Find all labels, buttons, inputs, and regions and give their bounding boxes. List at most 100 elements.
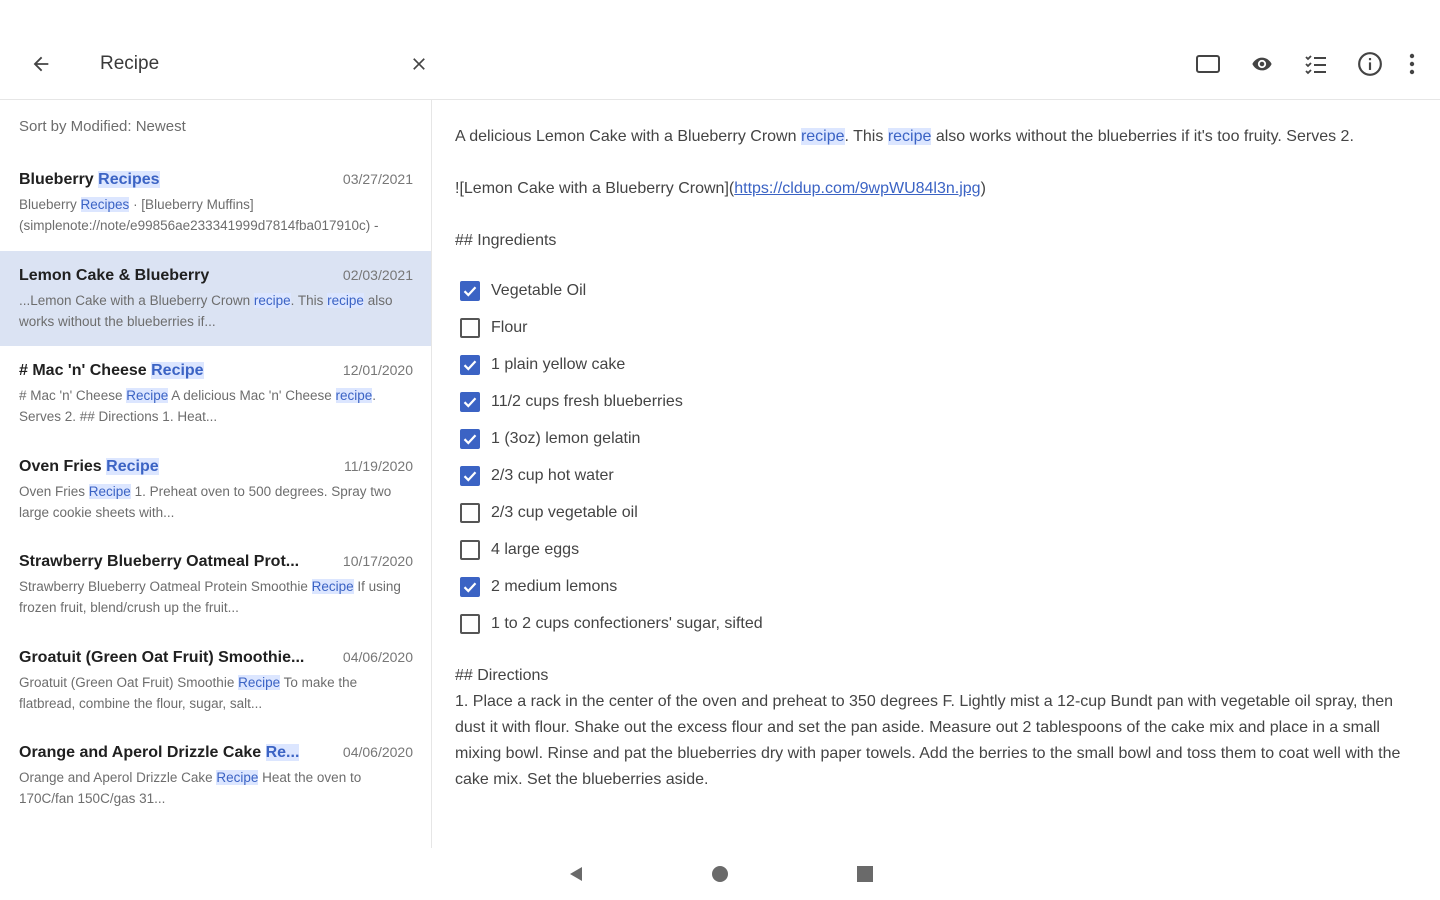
more-options-button[interactable] [1398, 44, 1426, 84]
app-bar [0, 0, 1440, 100]
search-input[interactable] [100, 50, 390, 78]
note-title-highlight: Recipe [106, 457, 159, 475]
checkbox-unchecked-icon[interactable] [460, 540, 480, 561]
nav-back-button[interactable] [562, 862, 590, 886]
note-header-row: Orange and Aperol Drizzle Cake Re... 04/0… [19, 744, 413, 762]
checkbox-unchecked-icon[interactable] [460, 503, 480, 524]
checklist-item[interactable]: 1 plain yellow cake [455, 346, 1405, 383]
checklist-item-label: Flour [491, 318, 528, 336]
checklist-item[interactable]: Vegetable Oil [455, 272, 1405, 309]
note-date: 11/19/2020 [343, 457, 413, 474]
snippet-text: Oven Fries [19, 483, 89, 499]
arrow-left-icon [33, 56, 49, 72]
checklist-item-label: 2 medium lemons [491, 578, 618, 596]
note-list-item[interactable]: Groatuit (Green Oat Fruit) Smoothie... 04… [0, 633, 431, 729]
ingredients-heading: ## Ingredients [455, 232, 557, 249]
snippet-highlight: Recipes [80, 197, 130, 212]
note-title-text: # Mac 'n' Cheese [19, 362, 152, 379]
note-header-row: Oven Fries Recipe 11/19/2020 [19, 457, 413, 476]
note-header-row: Lemon Cake & Blueberry 02/03/2021 [19, 267, 413, 285]
note-title: Groatuit (Green Oat Fruit) Smoothie... [19, 649, 304, 667]
snippet-highlight: recipe [253, 292, 291, 308]
toolbar-actions [1174, 44, 1426, 84]
note-title-highlight: Recipe [151, 362, 204, 379]
eye-icon [1252, 57, 1272, 71]
checklist-item[interactable]: 4 large eggs [455, 532, 1405, 569]
checklist-item-label: Vegetable Oil [491, 281, 587, 299]
note-title-text: Lemon Cake & Blueberry [19, 266, 210, 284]
snippet-highlight: Recipe [238, 674, 281, 690]
note-list-item[interactable]: Lemon Cake & Blueberry 02/03/2021 ...Lemon… [0, 250, 431, 346]
checkbox-square-icon [1196, 55, 1220, 73]
checklist-item-label: 4 large eggs [491, 541, 580, 559]
note-header-row: Blueberry Recipes 03/27/2021 [19, 171, 413, 189]
snippet-highlight: recipe [335, 388, 373, 403]
checklist-item[interactable]: 11/2 cups fresh blueberries [455, 383, 1405, 420]
checkbox-checked-icon[interactable] [460, 466, 480, 487]
snippet-text: Blueberry [19, 197, 81, 212]
nav-home-button[interactable] [706, 862, 734, 886]
checkbox-checked-icon[interactable] [460, 428, 480, 449]
checklist-item[interactable]: Flour [455, 309, 1405, 346]
snippet-text: Strawberry Blueberry Oatmeal Protein Smo… [19, 579, 312, 594]
note-date: 03/27/2021 [342, 171, 413, 187]
checklist-icon [1305, 55, 1326, 75]
checkbox-checked-icon[interactable] [460, 391, 480, 412]
insert-checklist-button[interactable] [1296, 44, 1336, 84]
checklist-item[interactable]: 1 (3oz) lemon gelatin [455, 420, 1405, 457]
note-header-row: Groatuit (Green Oat Fruit) Smoothie... 04… [19, 649, 413, 667]
sort-label[interactable]: Sort by Modified: Newest [19, 118, 186, 135]
note-snippet: Oven Fries Recipe 1. Preheat oven to 500… [19, 481, 413, 523]
checkbox-unchecked-icon[interactable] [460, 614, 480, 635]
checklist-toggle-button[interactable] [1188, 44, 1228, 84]
note-list-item[interactable]: # Mac 'n' Cheese Recipe 12/01/2020 # Mac '… [0, 346, 431, 442]
checklist-item[interactable]: 2 medium lemons [455, 569, 1405, 606]
note-list-pane: Sort by Modified: Newest Blueberry Recip… [0, 100, 432, 848]
checklist-item[interactable]: 2/3 cup vegetable oil [455, 495, 1405, 532]
search-match-highlight: recipe [800, 128, 845, 145]
checklist-item[interactable]: 1 to 2 cups confectioners' sugar, sifted [455, 606, 1405, 643]
note-title-highlight: Recipes [98, 171, 160, 188]
note-list: Blueberry Recipes 03/27/2021 Blueberry Rec… [0, 155, 431, 824]
note-list-item[interactable]: Blueberry Recipes 03/27/2021 Blueberry Rec… [0, 155, 431, 251]
clear-search-button[interactable] [404, 46, 434, 82]
checkbox-checked-icon[interactable] [460, 577, 480, 598]
note-list-item[interactable]: Orange and Aperol Drizzle Cake Re... 04/0… [0, 728, 431, 824]
note-snippet: Blueberry Recipes · [Blueberry Muffins](… [19, 194, 413, 236]
more-vert-icon [1409, 53, 1415, 75]
checkbox-checked-icon[interactable] [460, 280, 480, 301]
snippet-text: # Mac 'n' Cheese [19, 388, 127, 403]
checklist-item-label: 1 (3oz) lemon gelatin [491, 429, 641, 447]
nav-home-circle-icon [712, 866, 728, 882]
intro-text: also works without the blueberries if it… [931, 128, 1354, 145]
search-match-highlight: recipe [887, 128, 932, 145]
note-date: 04/06/2020 [342, 744, 413, 760]
note-editor[interactable]: A delicious Lemon Cake with a Blueberry … [433, 100, 1440, 848]
info-button[interactable] [1350, 44, 1390, 84]
editor-content: A delicious Lemon Cake with a Blueberry … [455, 124, 1405, 793]
snippet-text: ...Lemon Cake with a Blueberry Crown [19, 292, 254, 308]
intro-paragraph: A delicious Lemon Cake with a Blueberry … [455, 124, 1405, 150]
checklist-item[interactable]: 2/3 cup hot water [455, 457, 1405, 494]
nav-recents-square-icon [857, 866, 873, 882]
note-title-text: Orange and Aperol Drizzle Cake [19, 744, 266, 761]
back-button[interactable] [22, 46, 60, 82]
checkbox-unchecked-icon[interactable] [460, 317, 480, 338]
checkbox-checked-icon[interactable] [460, 354, 480, 375]
preview-button[interactable] [1242, 44, 1282, 84]
note-list-item[interactable]: Oven Fries Recipe 11/19/2020 Oven Fries Re… [0, 442, 431, 538]
note-title-text: Groatuit (Green Oat Fruit) Smoothie... [19, 648, 305, 666]
image-link[interactable]: https://cldup.com/9wpWU84l3n.jpg [734, 180, 980, 197]
note-header-row: # Mac 'n' Cheese Recipe 12/01/2020 [19, 362, 413, 380]
nav-recents-button[interactable] [851, 862, 879, 886]
note-list-item[interactable]: Strawberry Blueberry Oatmeal Prot... 10/1… [0, 537, 431, 633]
snippet-highlight: recipe [327, 292, 364, 308]
note-title: Strawberry Blueberry Oatmeal Prot... [19, 553, 299, 571]
snippet-highlight: Recipe [216, 770, 259, 785]
snippet-highlight: Recipe [311, 579, 354, 594]
close-icon [413, 58, 425, 70]
note-header-row: Strawberry Blueberry Oatmeal Prot... 10/1… [19, 553, 413, 571]
note-date: 02/03/2021 [342, 266, 413, 283]
note-snippet: Groatuit (Green Oat Fruit) Smoothie Reci… [19, 672, 413, 714]
image-markdown-suffix: ) [980, 180, 986, 197]
